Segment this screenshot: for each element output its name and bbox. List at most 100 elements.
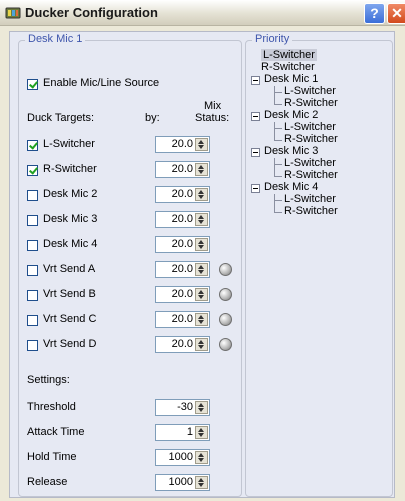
tree-connector (274, 104, 282, 105)
spinner-arrows-icon[interactable] (195, 188, 208, 201)
spinner-value: 20.0 (171, 138, 193, 150)
setting-label: Hold Time (27, 451, 77, 463)
target-label: Vrt Send D (43, 338, 97, 350)
spinner-value: 20.0 (171, 338, 193, 350)
mix-status-led-icon (219, 313, 232, 326)
hold-time-spinner[interactable]: 1000 (155, 449, 210, 466)
spinner-arrows-icon[interactable] (195, 238, 208, 251)
target-label: Desk Mic 4 (43, 238, 98, 250)
target-checkbox[interactable] (27, 140, 38, 151)
target-duck-spinner[interactable]: 20.0 (155, 236, 210, 253)
target-duck-spinner[interactable]: 20.0 (155, 311, 210, 328)
tree-connector (274, 164, 282, 165)
spinner-value: 1000 (168, 451, 193, 463)
mix-header: Mix (204, 100, 222, 112)
priority-item[interactable]: L-Switcher (261, 49, 317, 61)
mix-status-led-icon (219, 263, 232, 276)
tree-connector (274, 92, 282, 93)
priority-group-item[interactable]: Desk Mic 2 (264, 109, 318, 121)
spinner-arrows-icon[interactable] (195, 313, 208, 326)
spinner-value: 1000 (168, 476, 193, 488)
setting-label: Attack Time (27, 426, 85, 438)
help-button[interactable]: ? (364, 3, 385, 24)
target-checkbox[interactable] (27, 315, 38, 326)
spinner-arrows-icon[interactable] (195, 451, 208, 464)
target-duck-spinner[interactable]: 20.0 (155, 161, 210, 178)
priority-child-item[interactable]: R-Switcher (284, 97, 338, 109)
priority-item[interactable]: R-Switcher (261, 61, 315, 73)
target-label: R-Switcher (43, 163, 97, 175)
collapse-icon[interactable] (251, 76, 260, 85)
setting-label: Threshold (27, 401, 76, 413)
tree-connector (274, 140, 282, 141)
priority-child-item[interactable]: L-Switcher (284, 193, 336, 205)
threshold-spinner[interactable]: -30 (155, 399, 210, 416)
priority-child-item[interactable]: R-Switcher (284, 169, 338, 181)
priority-group-title: Priority (252, 33, 293, 45)
priority-child-item[interactable]: L-Switcher (284, 85, 336, 97)
target-duck-spinner[interactable]: 20.0 (155, 336, 210, 353)
close-button[interactable]: ✕ (387, 3, 405, 24)
target-label: Vrt Send B (43, 288, 96, 300)
window-title: Ducker Configuration (25, 5, 158, 20)
spinner-arrows-icon[interactable] (195, 426, 208, 439)
priority-child-item[interactable]: R-Switcher (284, 205, 338, 217)
mix-status-led-icon (219, 288, 232, 301)
spinner-value: 20.0 (171, 238, 193, 250)
spinner-arrows-icon[interactable] (195, 338, 208, 351)
tree-connector (274, 128, 282, 129)
content-pane: Desk Mic 1 Enable Mic/Line Source Duck T… (9, 31, 395, 498)
target-duck-spinner[interactable]: 20.0 (155, 211, 210, 228)
status-header: Status: (195, 112, 230, 124)
tree-connector (274, 212, 282, 213)
target-checkbox[interactable] (27, 265, 38, 276)
desk-group-title: Desk Mic 1 (25, 33, 86, 45)
spinner-arrows-icon[interactable] (195, 213, 208, 226)
target-duck-spinner[interactable]: 20.0 (155, 136, 210, 153)
spinner-arrows-icon[interactable] (195, 288, 208, 301)
collapse-icon[interactable] (251, 184, 260, 193)
target-checkbox[interactable] (27, 340, 38, 351)
attack-time-spinner[interactable]: 1 (155, 424, 210, 441)
target-checkbox[interactable] (27, 165, 38, 176)
enable-source-checkbox[interactable] (27, 79, 38, 90)
target-checkbox[interactable] (27, 240, 38, 251)
target-checkbox[interactable] (27, 190, 38, 201)
spinner-arrows-icon[interactable] (195, 138, 208, 151)
priority-group: Priority L-Switcher R-Switcher Desk Mic … (245, 33, 393, 497)
collapse-icon[interactable] (251, 148, 260, 157)
target-label: Desk Mic 3 (43, 213, 98, 225)
spinner-value: 20.0 (171, 288, 193, 300)
priority-child-item[interactable]: R-Switcher (284, 133, 338, 145)
settings-label: Settings: (27, 374, 70, 386)
collapse-icon[interactable] (251, 112, 260, 121)
spinner-arrows-icon[interactable] (195, 263, 208, 276)
priority-group-item[interactable]: Desk Mic 1 (264, 73, 318, 85)
priority-child-item[interactable]: L-Switcher (284, 121, 336, 133)
target-duck-spinner[interactable]: 20.0 (155, 261, 210, 278)
priority-group-item[interactable]: Desk Mic 4 (264, 181, 318, 193)
target-duck-spinner[interactable]: 20.0 (155, 286, 210, 303)
spinner-value: 20.0 (171, 163, 193, 175)
target-checkbox[interactable] (27, 290, 38, 301)
desk-mic-group: Desk Mic 1 Enable Mic/Line Source Duck T… (18, 33, 242, 497)
target-checkbox[interactable] (27, 215, 38, 226)
by-header: by: (145, 112, 160, 124)
spinner-arrows-icon[interactable] (195, 476, 208, 489)
release-spinner[interactable]: 1000 (155, 474, 210, 491)
priority-child-item[interactable]: L-Switcher (284, 157, 336, 169)
target-duck-spinner[interactable]: 20.0 (155, 186, 210, 203)
spinner-value: 1 (186, 426, 193, 438)
spinner-value: 20.0 (171, 313, 193, 325)
tree-connector (274, 122, 275, 140)
duck-targets-header: Duck Targets: (27, 112, 95, 124)
spinner-value: 20.0 (171, 213, 193, 225)
target-label: L-Switcher (43, 138, 95, 150)
title-bar: Ducker Configuration ? ✕ (0, 0, 405, 26)
tree-connector (274, 158, 275, 176)
spinner-value: 20.0 (171, 188, 193, 200)
spinner-arrows-icon[interactable] (195, 401, 208, 414)
priority-group-item[interactable]: Desk Mic 3 (264, 145, 318, 157)
spinner-arrows-icon[interactable] (195, 163, 208, 176)
mix-status-led-icon (219, 338, 232, 351)
